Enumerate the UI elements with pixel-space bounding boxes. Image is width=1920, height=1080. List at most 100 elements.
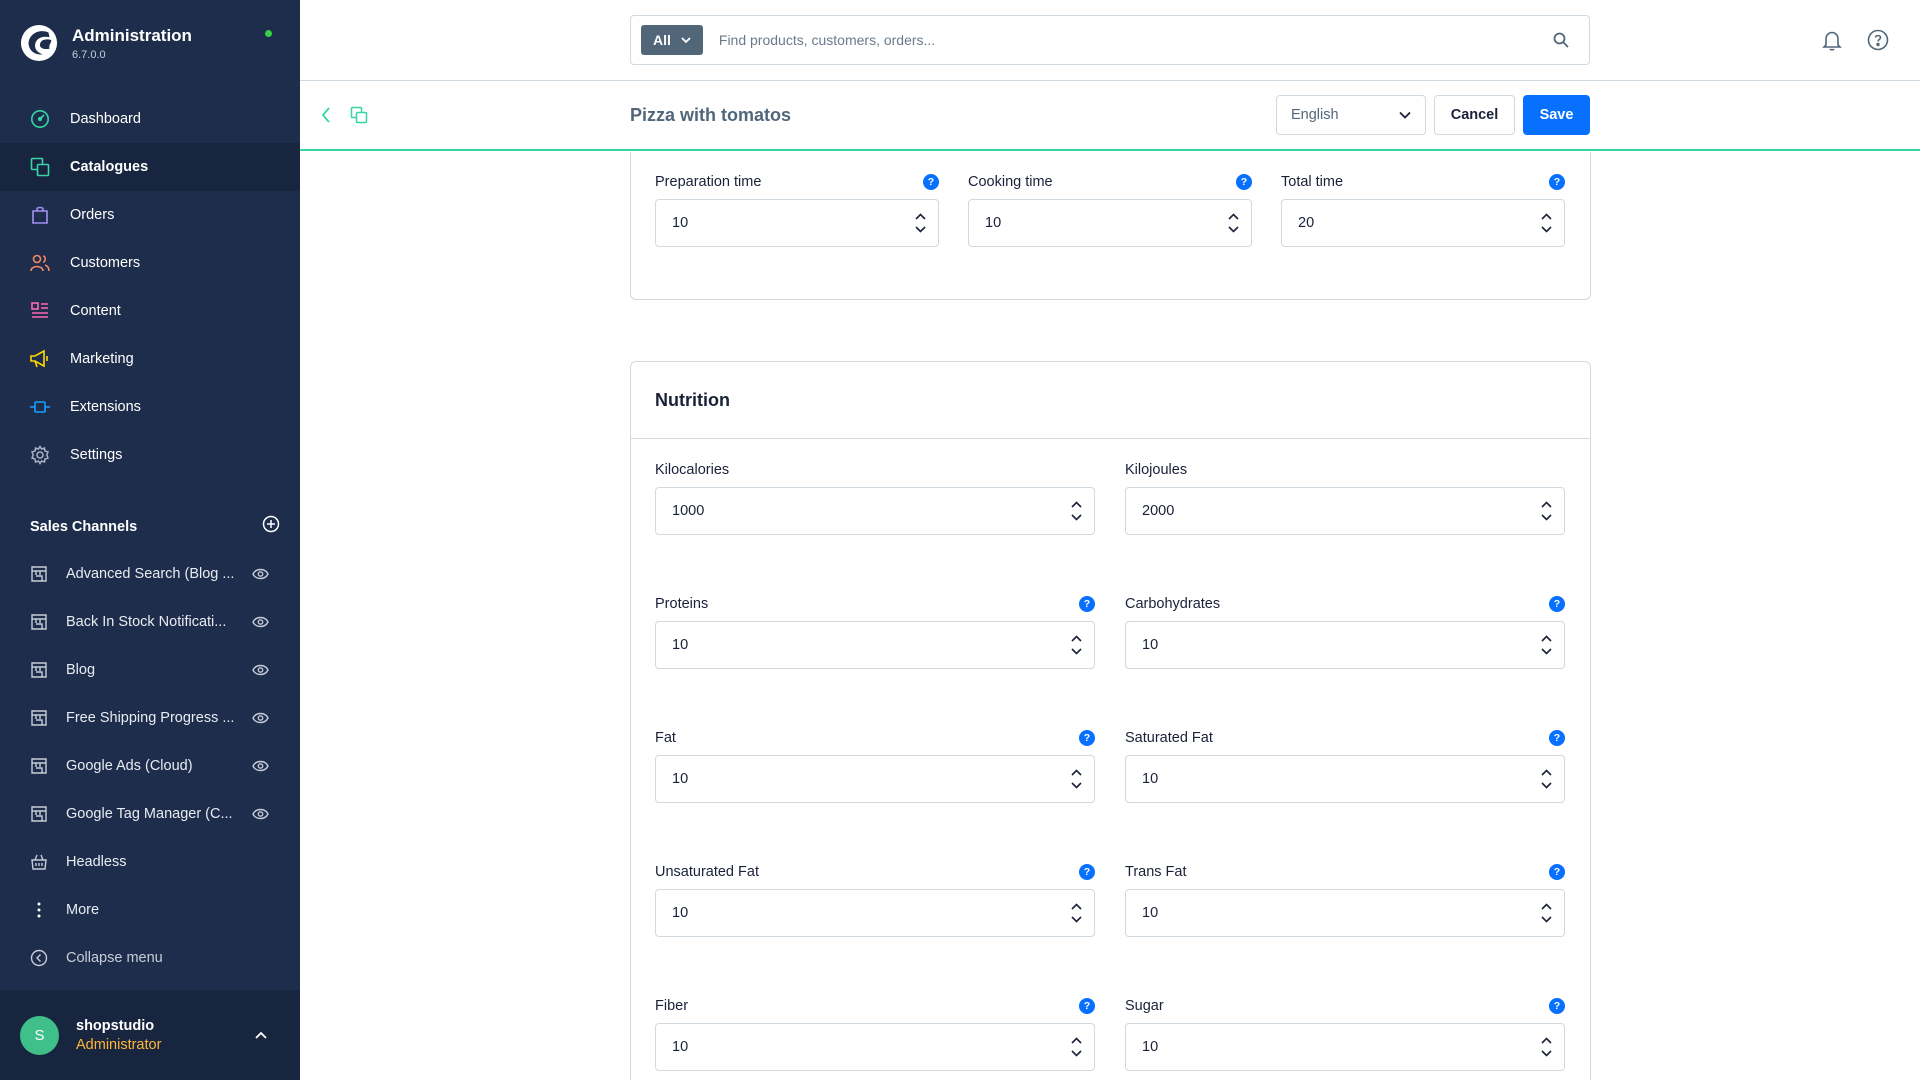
nav-item-marketing[interactable]: Marketing [0,335,300,383]
number-stepper[interactable] [1058,622,1094,668]
help-icon[interactable]: ? [1079,998,1095,1014]
kilojoules-input[interactable]: 2000 [1125,487,1565,535]
sales-channel-item[interactable]: Advanced Search (Blog ... [0,550,300,598]
number-stepper[interactable] [1215,200,1251,246]
chevron-down-icon[interactable] [1070,514,1082,521]
nav-item-settings[interactable]: Settings [0,431,300,479]
number-stepper[interactable] [902,200,938,246]
number-stepper[interactable] [1058,890,1094,936]
number-stepper[interactable] [1528,756,1564,802]
number-stepper[interactable] [1528,488,1564,534]
sales-channel-item[interactable]: Free Shipping Progress ... [0,694,300,742]
number-stepper[interactable] [1058,488,1094,534]
back-arrow-icon[interactable] [320,106,332,129]
chevron-up-icon[interactable] [1540,1037,1552,1044]
nav-item-orders[interactable]: Orders [0,191,300,239]
chevron-up-icon[interactable] [1540,213,1552,220]
carbohydrates-input[interactable]: 10 [1125,621,1565,669]
search-icon[interactable] [1553,31,1571,49]
brand[interactable]: Administration 6.7.0.0 [20,22,192,64]
cancel-button[interactable]: Cancel [1434,95,1515,135]
total-time-input[interactable]: 20 [1281,199,1565,247]
help-icon[interactable]: ? [1079,596,1095,612]
chevron-down-icon[interactable] [1540,226,1552,233]
number-stepper[interactable] [1528,1024,1564,1070]
nav-item-dashboard[interactable]: Dashboard [0,95,300,143]
help-icon[interactable]: ? [1079,730,1095,746]
collapse-menu-button[interactable]: Collapse menu [0,934,300,982]
eye-icon[interactable] [252,709,270,727]
number-stepper[interactable] [1058,1024,1094,1070]
notification-bell-icon[interactable] [1821,29,1843,56]
help-icon[interactable]: ? [1079,864,1095,880]
chevron-down-icon[interactable] [1540,916,1552,923]
help-icon[interactable] [1867,29,1889,56]
help-icon[interactable]: ? [1549,998,1565,1014]
preparation-time-input[interactable]: 10 [655,199,939,247]
chevron-up-icon[interactable] [1070,635,1082,642]
save-button[interactable]: Save [1523,95,1590,135]
chevron-up-icon[interactable] [254,1027,268,1045]
chevron-down-icon[interactable] [1227,226,1239,233]
kilocalories-input[interactable]: 1000 [655,487,1095,535]
chevron-down-icon[interactable] [1540,648,1552,655]
chevron-down-icon[interactable] [1070,648,1082,655]
help-icon[interactable]: ? [1549,174,1565,190]
sales-channel-item[interactable]: Headless [0,838,300,886]
chevron-up-icon[interactable] [1227,213,1239,220]
chevron-up-icon[interactable] [1540,635,1552,642]
search-type-dropdown[interactable]: All [641,25,703,55]
chevron-up-icon[interactable] [914,213,926,220]
trans-fat-input[interactable]: 10 [1125,889,1565,937]
chevron-up-icon[interactable] [1540,501,1552,508]
fat-input[interactable]: 10 [655,755,1095,803]
nav-item-catalogues[interactable]: Catalogues [0,143,300,191]
sales-channel-item[interactable]: Google Ads (Cloud) [0,742,300,790]
saturated-fat-input[interactable]: 10 [1125,755,1565,803]
help-icon[interactable]: ? [923,174,939,190]
sugar-input[interactable]: 10 [1125,1023,1565,1071]
unsaturated-fat-input[interactable]: 10 [655,889,1095,937]
chevron-up-icon[interactable] [1070,769,1082,776]
chevron-down-icon[interactable] [914,226,926,233]
eye-icon[interactable] [252,565,270,583]
nav-item-extensions[interactable]: Extensions [0,383,300,431]
help-icon[interactable]: ? [1549,730,1565,746]
help-icon[interactable]: ? [1236,174,1252,190]
number-stepper[interactable] [1528,200,1564,246]
chevron-down-icon[interactable] [1540,514,1552,521]
sales-channel-item[interactable]: Blog [0,646,300,694]
help-icon[interactable]: ? [1549,864,1565,880]
fiber-input[interactable]: 10 [655,1023,1095,1071]
chevron-up-icon[interactable] [1540,769,1552,776]
number-stepper[interactable] [1528,622,1564,668]
number-stepper[interactable] [1528,890,1564,936]
eye-icon[interactable] [252,661,270,679]
add-sales-channel-icon[interactable] [262,515,280,538]
chevron-up-icon[interactable] [1540,903,1552,910]
proteins-input[interactable]: 10 [655,621,1095,669]
chevron-up-icon[interactable] [1070,903,1082,910]
language-select[interactable]: English [1276,95,1426,135]
eye-icon[interactable] [252,757,270,775]
chevron-up-icon[interactable] [1070,1037,1082,1044]
sales-channel-item[interactable]: Google Tag Manager (C... [0,790,300,838]
chevron-down-icon[interactable] [1070,782,1082,789]
nav-item-content[interactable]: Content [0,287,300,335]
chevron-up-icon[interactable] [1070,501,1082,508]
eye-icon[interactable] [252,613,270,631]
duplicate-icon[interactable] [350,106,368,129]
chevron-down-icon[interactable] [1540,782,1552,789]
chevron-down-icon[interactable] [1070,916,1082,923]
more-button[interactable]: More [0,886,300,934]
eye-icon[interactable] [252,805,270,823]
search-input[interactable] [718,25,1553,55]
sales-channel-item[interactable]: Back In Stock Notificati... [0,598,300,646]
chevron-down-icon[interactable] [1070,1050,1082,1057]
help-icon[interactable]: ? [1549,596,1565,612]
number-stepper[interactable] [1058,756,1094,802]
nav-item-customers[interactable]: Customers [0,239,300,287]
chevron-down-icon[interactable] [1540,1050,1552,1057]
cooking-time-input[interactable]: 10 [968,199,1252,247]
user-menu[interactable]: S shopstudio Administrator [0,990,300,1080]
